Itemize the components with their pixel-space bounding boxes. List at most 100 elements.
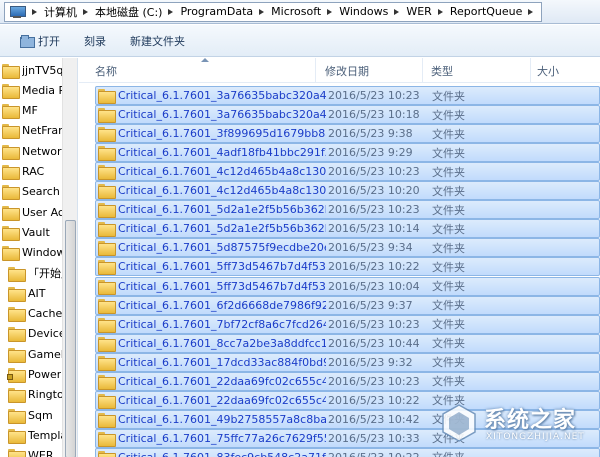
nav-tree-item[interactable]: 「开始」 [8, 263, 62, 283]
file-name: Critical_6.1.7601_5d87575f9ecdbe20e... [118, 241, 326, 255]
file-row[interactable]: Critical_6.1.7601_7bf72cf8a6c7fcd264... 2… [95, 314, 600, 334]
nav-scrollbar-thumb[interactable] [65, 220, 76, 457]
command-toolbar: 打开 刻录 新建文件夹 [0, 25, 600, 57]
column-header-name[interactable]: 名称 [79, 58, 316, 83]
file-row[interactable]: Critical_6.1.7601_3a76635babc320a4a... 20… [95, 105, 600, 125]
nav-tree-item[interactable]: Media P [2, 80, 62, 100]
file-name-cell[interactable]: Critical_6.1.7601_7bf72cf8a6c7fcd264... [98, 316, 326, 333]
file-date: 2016/5/23 10:23 [328, 317, 420, 331]
file-row[interactable]: Critical_6.1.7601_5ff73d5467b7d4f53a... 2… [95, 257, 600, 277]
breadcrumb[interactable]: 计算机 本地磁盘 (C:) ProgramData Microsoft Wind… [4, 1, 543, 22]
file-name-cell[interactable]: Critical_6.1.7601_83fec9cb548c2a71fc... [98, 449, 326, 457]
file-row[interactable]: Critical_6.1.7601_4c12d465b4a8c1303... 20… [95, 181, 600, 201]
nav-tree-item[interactable]: User Acc [2, 202, 62, 222]
file-name-cell[interactable]: Critical_6.1.7601_17dcd33ac884f0bd9... [98, 354, 326, 371]
nav-tree-item[interactable]: Device [8, 324, 62, 344]
file-name-cell[interactable]: Critical_6.1.7601_49b2758557a8c8baa... [98, 411, 326, 428]
chevron-right-icon[interactable] [29, 3, 41, 21]
column-header-type[interactable]: 类型 [425, 58, 531, 83]
nav-tree-item-label: AIT [28, 286, 46, 300]
chevron-right-icon[interactable] [256, 3, 268, 21]
column-header-date[interactable]: 修改日期 [319, 58, 423, 83]
folder-icon [2, 225, 20, 241]
file-row[interactable]: Critical_6.1.7601_6f2d6668de7986f92... 20… [95, 295, 600, 315]
nav-tree-item[interactable]: RAC [2, 162, 62, 182]
nav-tree-item[interactable]: jjnTV5qZ [2, 60, 62, 80]
chevron-right-icon[interactable] [324, 3, 336, 21]
nav-tree-item[interactable]: Templa [8, 425, 62, 445]
file-name-cell[interactable]: Critical_6.1.7601_8cc7a2be3a8ddfcc1... [98, 335, 326, 352]
file-row[interactable]: Critical_6.1.7601_17dcd33ac884f0bd9... 20… [95, 352, 600, 372]
file-name: Critical_6.1.7601_3f899695d1679bb8a... [118, 127, 326, 141]
folder-icon [98, 298, 116, 314]
file-name: Critical_6.1.7601_5ff73d5467b7d4f53a... [118, 279, 326, 293]
nav-tree-item[interactable]: Windows [2, 243, 62, 263]
nav-tree-item[interactable]: Caches [8, 304, 62, 324]
chevron-right-icon[interactable] [391, 3, 403, 21]
file-row[interactable]: Critical_6.1.7601_3a76635babc320a4a... 20… [95, 86, 600, 105]
nav-tree-item[interactable]: Search [2, 182, 62, 202]
folder-icon [2, 246, 20, 262]
breadcrumb-reportqueue[interactable]: ReportQueue [447, 3, 526, 21]
file-row[interactable]: Critical_6.1.7601_5d87575f9ecdbe20e... 20… [95, 238, 600, 258]
breadcrumb-local-disk[interactable]: 本地磁盘 (C:) [92, 3, 165, 21]
chevron-right-icon[interactable] [165, 3, 177, 21]
file-date: 2016/5/23 10:14 [328, 222, 420, 236]
nav-tree-item[interactable]: Sqm [8, 405, 62, 425]
folder-icon [2, 124, 20, 140]
file-name-cell[interactable]: Critical_6.1.7601_3a76635babc320a4a... [98, 106, 326, 124]
file-name-cell[interactable]: Critical_6.1.7601_4c12d465b4a8c1303... [98, 182, 326, 200]
nav-tree-item[interactable]: Vault [2, 222, 62, 242]
file-name-cell[interactable]: Critical_6.1.7601_3a76635babc320a4a... [98, 87, 326, 104]
file-row[interactable]: Critical_6.1.7601_3f899695d1679bb8a... 20… [95, 124, 600, 144]
file-row[interactable]: Critical_6.1.7601_22daa69fc02c655c4... 20… [95, 371, 600, 391]
nav-tree-item-label: MF [22, 104, 38, 118]
breadcrumb-windows[interactable]: Windows [336, 3, 391, 21]
nav-tree-item[interactable]: NetFram [2, 121, 62, 141]
nav-tree-item[interactable]: Power [7, 365, 62, 385]
file-name-cell[interactable]: Critical_6.1.7601_5ff73d5467b7d4f53a... [98, 278, 326, 295]
file-row[interactable]: Critical_6.1.7601_8cc7a2be3a8ddfcc1... 20… [95, 333, 600, 353]
file-name-cell[interactable]: Critical_6.1.7601_22daa69fc02c655c4... [98, 392, 326, 409]
breadcrumb-wer[interactable]: WER [403, 3, 434, 21]
nav-tree-item-label: NetFram [22, 124, 62, 138]
chevron-right-icon[interactable] [525, 3, 537, 21]
column-header-row: 名称 修改日期 类型 大小 [79, 58, 600, 83]
file-name-cell[interactable]: Critical_6.1.7601_3f899695d1679bb8a... [98, 125, 326, 143]
file-name-cell[interactable]: Critical_6.1.7601_5d2a1e2f5b56b362b... [98, 220, 326, 238]
nav-tree-item[interactable]: Ringto [8, 385, 62, 405]
nav-tree-item[interactable]: AIT [8, 283, 62, 303]
nav-scrollbar[interactable] [62, 58, 77, 457]
file-name-cell[interactable]: Critical_6.1.7601_5ff73d5467b7d4f53a... [98, 258, 326, 276]
file-row[interactable]: Critical_6.1.7601_5ff73d5467b7d4f53a... 2… [95, 276, 600, 296]
nav-tree-item[interactable]: GameE [8, 344, 62, 364]
chevron-right-icon[interactable] [435, 3, 447, 21]
breadcrumb-programdata[interactable]: ProgramData [177, 3, 256, 21]
breadcrumb-computer[interactable]: 计算机 [41, 3, 80, 21]
new-folder-button[interactable]: 新建文件夹 [124, 30, 191, 52]
file-name-cell[interactable]: Critical_6.1.7601_75ffc77a26c7629f55... [98, 430, 326, 447]
file-name-cell[interactable]: Critical_6.1.7601_22daa69fc02c655c4... [98, 373, 326, 390]
file-row[interactable]: Critical_6.1.7601_5d2a1e2f5b56b362b... 20… [95, 200, 600, 220]
nav-tree-item[interactable]: Network [2, 141, 62, 161]
folder-icon [8, 307, 26, 323]
chevron-right-icon[interactable] [80, 3, 92, 21]
folder-icon [2, 63, 20, 79]
file-name-cell[interactable]: Critical_6.1.7601_4adf18fb41bbc291f2... [98, 144, 326, 162]
burn-button[interactable]: 刻录 [78, 30, 112, 52]
file-name-cell[interactable]: Critical_6.1.7601_6f2d6668de7986f92... [98, 297, 326, 314]
file-name-cell[interactable]: Critical_6.1.7601_5d87575f9ecdbe20e... [98, 239, 326, 257]
address-bar[interactable]: 计算机 本地磁盘 (C:) ProgramData Microsoft Wind… [0, 0, 600, 24]
file-row[interactable]: Critical_6.1.7601_4adf18fb41bbc291f2... 2… [95, 143, 600, 163]
column-header-size[interactable]: 大小 [531, 58, 600, 83]
file-row[interactable]: Critical_6.1.7601_5d2a1e2f5b56b362b... 20… [95, 219, 600, 239]
sort-ascending-icon [201, 58, 209, 62]
file-row[interactable]: Critical_6.1.7601_4c12d465b4a8c1303... 20… [95, 162, 600, 182]
nav-tree-item[interactable]: WER [8, 446, 62, 457]
navigation-pane[interactable]: WER Templa Sqm Ringto Power GameE Device Caches… [0, 58, 78, 457]
nav-tree-item[interactable]: MF [2, 101, 62, 121]
open-button[interactable]: 打开 [14, 30, 66, 52]
file-name-cell[interactable]: Critical_6.1.7601_4c12d465b4a8c1303... [98, 163, 326, 181]
breadcrumb-microsoft[interactable]: Microsoft [268, 3, 324, 21]
file-name-cell[interactable]: Critical_6.1.7601_5d2a1e2f5b56b362b... [98, 201, 326, 219]
